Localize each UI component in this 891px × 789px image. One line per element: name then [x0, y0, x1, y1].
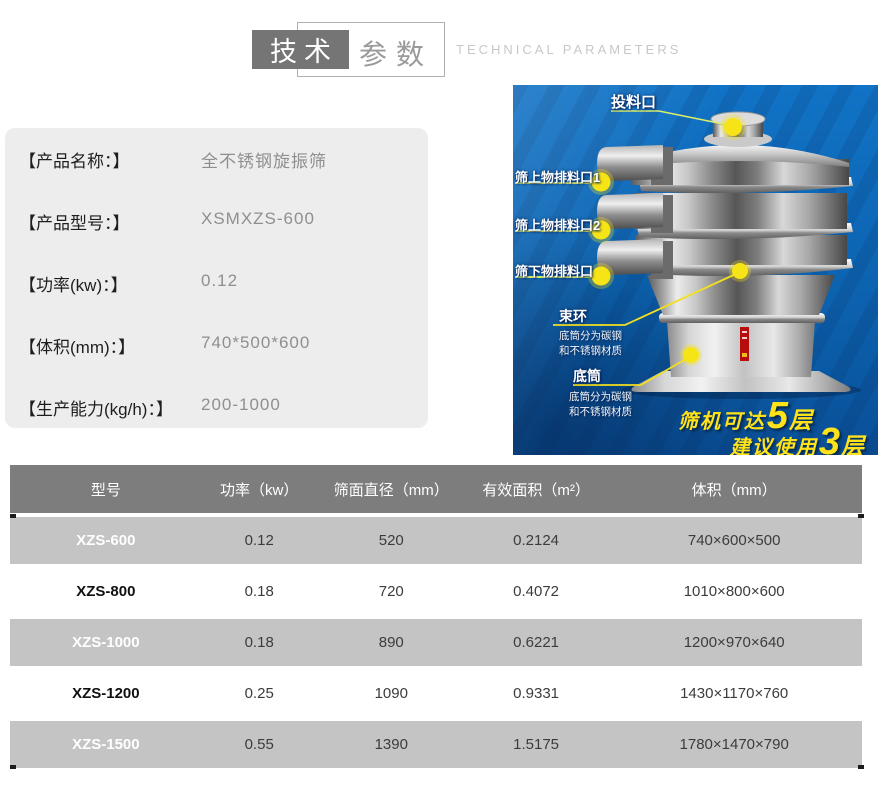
table-row: XZS-600 0.12 520 0.2124 740×600×500 [10, 517, 862, 564]
page-title-primary: 技术 [252, 30, 349, 69]
spec-label-volume: 【体积(mm)：】 [19, 333, 197, 358]
product-photo: 投料口 筛上物排料口1 筛上物排料口2 筛下物排料口 束环 底筒分为碳钢 和不锈… [513, 85, 878, 455]
callout-base-drum-note: 底筒分为碳钢 和不锈钢材质 [569, 390, 632, 420]
spec-value-power: 0.12 [201, 271, 238, 291]
spec-row-volume: 【体积(mm)：】 740*500*600 [19, 333, 428, 353]
product-spec-panel: 【产品名称：】 全不锈钢旋振筛 【产品型号：】 XSMXZS-600 【功率(k… [5, 128, 428, 428]
table-row: XZS-800 0.18 720 0.4072 1010×800×600 [10, 568, 862, 615]
callout-clamp-ring-note: 底筒分为碳钢 和不锈钢材质 [559, 329, 622, 359]
spec-label-name: 【产品名称：】 [19, 147, 197, 172]
table-header-row: 型号 功率（kw） 筛面直径（mm） 有效面积（m²） 体积（mm） [10, 465, 862, 513]
spec-value-volume: 740*500*600 [201, 333, 310, 353]
table-row: XZS-1000 0.18 890 0.6221 1200×970×640 [10, 619, 862, 666]
spec-row-capacity: 【生产能力(kg/h)：】 200-1000 [19, 395, 428, 415]
callout-undersize-outlet: 筛下物排料口 [515, 261, 593, 280]
table-corner-mark [858, 514, 864, 518]
page-title-secondary: 参数 [359, 33, 433, 73]
page-subtitle: TECHNICAL PARAMETERS [456, 42, 681, 57]
callout-base-drum: 底筒 [573, 366, 601, 386]
spec-label-power: 【功率(kw)：】 [19, 271, 197, 296]
spec-label-capacity: 【生产能力(kg/h)：】 [19, 395, 197, 420]
spec-row-model: 【产品型号：】 XSMXZS-600 [19, 209, 428, 229]
callout-oversize-outlet-2: 筛上物排料口2 [515, 215, 600, 234]
spec-row-power: 【功率(kw)：】 0.12 [19, 271, 428, 291]
table-corner-mark [858, 765, 864, 769]
spec-label-model: 【产品型号：】 [19, 209, 197, 234]
spec-row-name: 【产品名称：】 全不锈钢旋振筛 [19, 147, 428, 167]
table-row: XZS-1200 0.25 1090 0.9331 1430×1170×760 [10, 670, 862, 717]
col-header-model: 型号 [10, 479, 202, 500]
page: 技术 参数 TECHNICAL PARAMETERS 【产品名称：】 全不锈钢旋… [0, 0, 891, 789]
col-header-power: 功率（kw） [202, 479, 317, 500]
table-corner-mark [10, 514, 16, 518]
callout-oversize-outlet-1: 筛上物排料口1 [515, 167, 600, 186]
callout-feed-inlet: 投料口 [611, 91, 656, 112]
col-header-volume: 体积（mm） [606, 479, 862, 500]
table-corner-mark [10, 765, 16, 769]
table-row: XZS-1500 0.55 1390 1.5175 1780×1470×790 [10, 721, 862, 768]
col-header-area: 有效面积（m²） [466, 479, 607, 500]
spec-value-capacity: 200-1000 [201, 395, 281, 415]
spec-value-model: XSMXZS-600 [201, 209, 315, 229]
slogan-line-2: 建议使用 3 层 [730, 423, 864, 455]
callout-clamp-ring: 束环 [559, 306, 587, 326]
spec-value-name: 全不锈钢旋振筛 [201, 147, 327, 172]
model-spec-table: 型号 功率（kw） 筛面直径（mm） 有效面积（m²） 体积（mm） XZS-6… [10, 465, 862, 768]
col-header-diameter: 筛面直径（mm） [317, 479, 466, 500]
